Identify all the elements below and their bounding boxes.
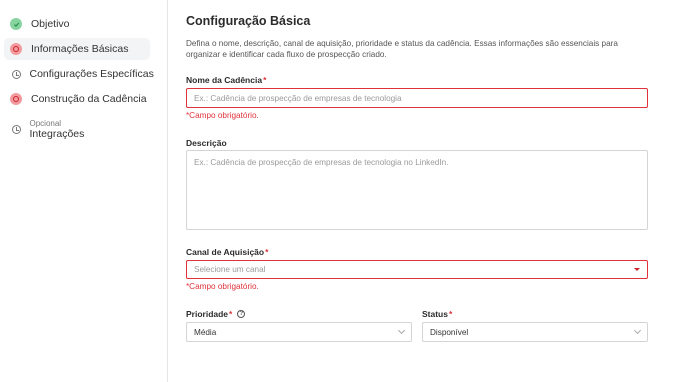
channel-error: *Campo obrigatório. [186,282,259,291]
status-select-value: Disponível [430,327,469,337]
page-title: Configuração Básica [186,14,311,28]
status-select[interactable]: Disponível [422,322,648,342]
sidebar-item-label: Objetivo [31,18,70,30]
caret-down-icon [634,268,640,271]
sidebar-item-integracoes-text: Opcional Integrações [30,119,85,140]
priority-select[interactable]: Média [186,322,412,342]
name-error: *Campo obrigatório. [186,111,259,120]
priority-label: Prioridade * ? [186,309,246,319]
sidebar-item-label: Integrações [29,127,85,140]
sidebar-item-objetivo[interactable]: Objetivo [4,13,150,35]
sidebar-item-configuracoes-especificas[interactable]: Configurações Específicas [4,63,154,85]
status-label-text: Status [422,309,448,319]
clock-icon [11,69,21,79]
name-input[interactable]: Ex.: Cadência de prospecção de empresas … [186,88,648,108]
sidebar-item-construcao-da-cadencia[interactable]: Construção da Cadência [4,88,150,110]
sidebar-item-label: Informações Básicas [31,43,129,55]
optional-tag: Opcional [29,118,62,128]
main-content: Configuração Básica Defina o nome, descr… [168,0,688,382]
chevron-down-icon [633,326,642,335]
channel-select[interactable]: Selecione um canal [186,260,648,279]
chevron-down-icon [397,326,406,335]
clock-icon [11,124,21,134]
description-textarea[interactable]: Ex.: Cadência de prospecção de empresas … [186,150,648,230]
channel-label-text: Canal de Aquisição [186,247,265,257]
description-label-text: Descrição [186,138,227,148]
name-label: Nome da Cadência * [186,75,266,85]
help-icon[interactable]: ? [237,310,246,318]
required-asterisk: * [263,75,267,85]
required-asterisk: * [265,247,269,257]
error-circle-icon [10,43,22,55]
sidebar-item-integracoes[interactable]: Opcional Integrações [4,116,150,142]
description-label: Descrição [186,138,227,148]
description-placeholder: Ex.: Cadência de prospecção de empresas … [194,158,449,167]
priority-select-value: Média [194,327,217,337]
sidebar-item-label: Construção da Cadência [31,93,147,105]
page-description: Defina o nome, descrição, canal de aquis… [186,39,618,59]
sidebar-item-label: Configurações Específicas [29,68,154,80]
name-label-text: Nome da Cadência [186,75,263,85]
sidebar-item-informacoes-basicas[interactable]: Informações Básicas [4,38,150,60]
sidebar: Objetivo Informações Básicas Configuraçõ… [0,0,168,382]
status-label: Status * [422,309,452,319]
channel-label: Canal de Aquisição * [186,247,268,257]
error-circle-icon [10,93,22,105]
required-asterisk: * [448,309,453,319]
channel-select-placeholder: Selecione um canal [194,265,266,274]
name-input-placeholder: Ex.: Cadência de prospecção de empresas … [194,93,402,103]
check-circle-icon [10,18,22,30]
priority-label-text: Prioridade [186,309,229,319]
required-asterisk: * [229,309,233,319]
